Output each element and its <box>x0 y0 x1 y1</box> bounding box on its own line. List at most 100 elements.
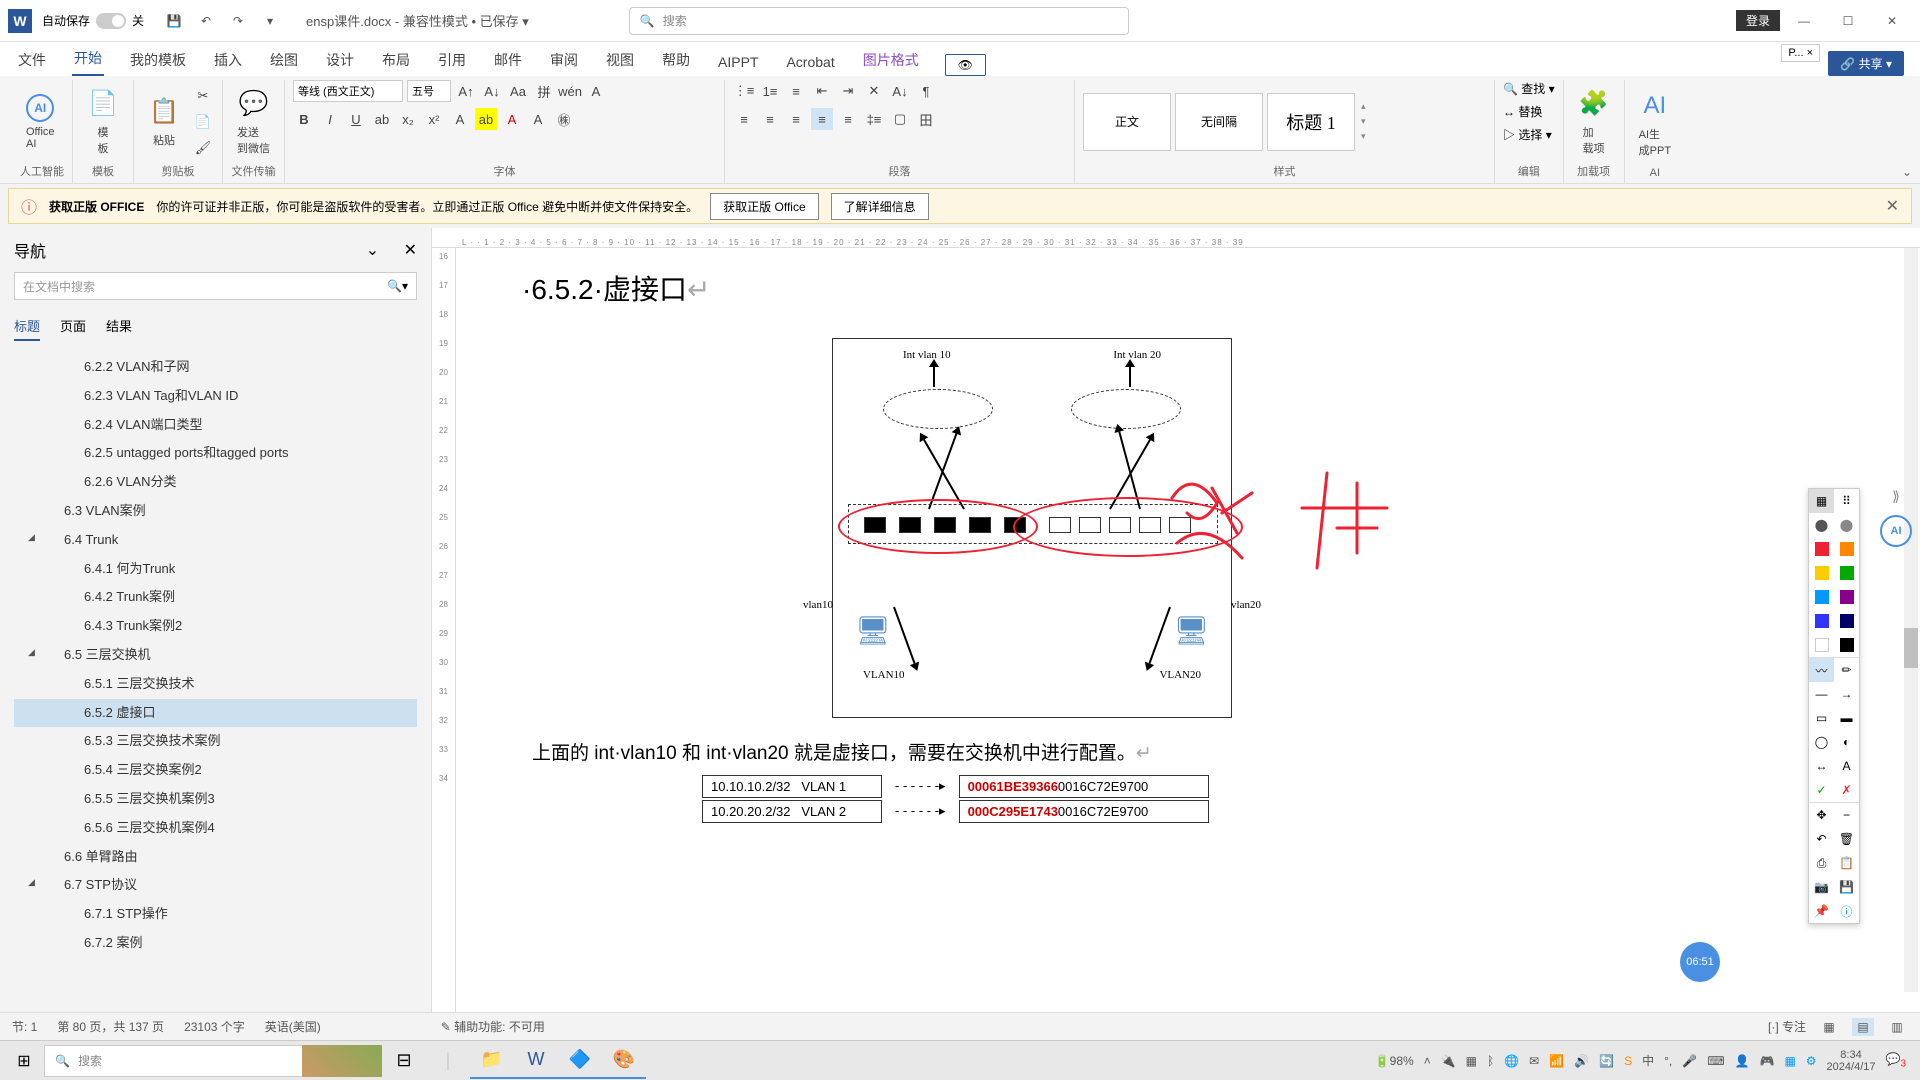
diagram-image[interactable]: Int vlan 10 Int vlan 20 <box>832 338 1232 718</box>
cross-icon[interactable]: ✗ <box>1834 778 1859 802</box>
font-size-select[interactable] <box>407 80 451 102</box>
text-effects-icon[interactable]: A <box>449 108 471 130</box>
numbering-icon[interactable]: 1≡ <box>759 80 781 102</box>
close-icon[interactable]: ✕ <box>1872 6 1912 36</box>
highlight-icon[interactable]: ab <box>475 108 497 130</box>
nav-heading-item[interactable]: 6.7.2 案例 <box>14 929 417 958</box>
color-purple[interactable] <box>1840 590 1854 604</box>
nav-heading-item[interactable]: 6.5.5 三层交换机案例3 <box>14 785 417 814</box>
shading-icon[interactable]: ▢ <box>889 108 911 130</box>
nav-heading-item[interactable]: 6.6 单臂路由 <box>14 843 417 872</box>
copy-icon[interactable]: 📄 <box>192 111 214 133</box>
format-painter-icon[interactable]: 🖌 <box>192 137 214 159</box>
nav-heading-item[interactable]: 6.5.6 三层交换机案例4 <box>14 814 417 843</box>
autosave-toggle[interactable]: 自动保存 关 <box>42 12 144 29</box>
nav-heading-item[interactable]: 6.3 VLAN案例 <box>14 497 417 526</box>
status-page[interactable]: 第 80 页，共 137 页 <box>57 1018 164 1035</box>
collapse-sidebar-icon[interactable]: ⟫ <box>1880 488 1912 505</box>
tab-design[interactable]: 设计 <box>324 44 356 76</box>
display-options-button[interactable]: 👁 <box>945 54 986 76</box>
styles-gallery[interactable]: 正文 无间隔 标题 1 <box>1083 93 1355 151</box>
callout-icon[interactable]: ◐ <box>1834 730 1859 754</box>
copy-tool-icon[interactable]: 📋 <box>1834 851 1859 875</box>
nav-heading-item[interactable]: 6.4.2 Trunk案例 <box>14 583 417 612</box>
nav-heading-item[interactable]: 6.2.3 VLAN Tag和VLAN ID <box>14 382 417 411</box>
mail-tray-icon[interactable]: ✉ <box>1529 1054 1539 1068</box>
paint-app-icon[interactable]: 🎨 <box>602 1043 646 1079</box>
save-icon[interactable]: 💾 <box>162 9 186 33</box>
nav-heading-item[interactable]: ◢6.7 STP协议 <box>14 871 417 900</box>
app-tray-icon[interactable]: ▦ <box>1466 1054 1477 1068</box>
print-layout-icon[interactable]: ▤ <box>1852 1018 1874 1036</box>
nav-heading-item[interactable]: 6.4.1 何为Trunk <box>14 555 417 584</box>
bluetooth-icon[interactable]: ᛒ <box>1487 1054 1494 1068</box>
color-lightblue[interactable] <box>1815 590 1829 604</box>
select-button[interactable]: ▷ 选择 ▾ <box>1503 126 1555 143</box>
nav-heading-item[interactable]: 6.5.4 三层交换案例2 <box>14 756 417 785</box>
circle-icon[interactable]: ⬤ <box>1834 513 1859 537</box>
asian-layout-icon[interactable]: ✕ <box>863 80 885 102</box>
text-tool-icon[interactable]: A <box>1834 754 1859 778</box>
paste-button[interactable]: 📋粘贴 <box>142 92 186 152</box>
strikethrough-icon[interactable]: ab <box>371 108 393 130</box>
qat-dropdown-icon[interactable]: ▾ <box>258 9 282 33</box>
web-layout-icon[interactable]: ▥ <box>1886 1018 1908 1036</box>
caret-icon[interactable]: ◢ <box>28 875 35 889</box>
highlighter-icon[interactable]: ✏ <box>1834 658 1859 682</box>
office-ai-button[interactable]: AIOffice AI <box>20 90 61 154</box>
vertical-scrollbar[interactable] <box>1904 248 1918 992</box>
volume-icon[interactable]: 🔊 <box>1574 1054 1589 1068</box>
nav-close-icon[interactable]: ✕ <box>404 242 417 259</box>
word-app-icon[interactable]: W <box>514 1043 558 1079</box>
nav-heading-item[interactable]: ◢6.4 Trunk <box>14 526 417 555</box>
focus-mode-button[interactable]: [·] 专注 <box>1768 1018 1806 1035</box>
start-button[interactable]: ⊞ <box>4 1044 44 1078</box>
learn-more-button[interactable]: 了解详细信息 <box>831 193 929 220</box>
distribute-icon[interactable]: ≡ <box>837 108 859 130</box>
nav-heading-item[interactable]: 6.2.2 VLAN和子网 <box>14 353 417 382</box>
color-red[interactable] <box>1815 542 1829 556</box>
notifications-icon[interactable]: 💬3 <box>1885 1052 1906 1069</box>
print-icon[interactable]: ⎙ <box>1809 851 1834 875</box>
undo-tool-icon[interactable]: ↶ <box>1809 827 1834 851</box>
hmove-icon[interactable]: ↔ <box>1809 754 1834 778</box>
addins-button[interactable]: 🧩加 载项 <box>1572 84 1616 160</box>
increase-font-icon[interactable]: A↑ <box>455 80 477 102</box>
align-center-icon[interactable]: ≡ <box>759 108 781 130</box>
color-darkblue[interactable] <box>1840 614 1854 628</box>
nav-heading-item[interactable]: 6.7.1 STP操作 <box>14 900 417 929</box>
font-name-select[interactable] <box>293 80 403 102</box>
redo-icon[interactable]: ↷ <box>226 9 250 33</box>
tab-acrobat[interactable]: Acrobat <box>784 48 836 76</box>
sort-icon[interactable]: A↓ <box>889 80 911 102</box>
align-left-icon[interactable]: ≡ <box>733 108 755 130</box>
game-icon[interactable]: 🎮 <box>1759 1054 1774 1068</box>
grid-icon[interactable]: ▦ <box>1809 489 1834 513</box>
login-button[interactable]: 登录 <box>1736 10 1780 31</box>
share-button[interactable]: 🔗 共享 ▾ <box>1828 51 1904 76</box>
color-blue[interactable] <box>1815 614 1829 628</box>
nav-heading-item[interactable]: 6.4.3 Trunk案例2 <box>14 612 417 641</box>
find-button[interactable]: 🔍 查找 ▾ <box>1503 80 1555 97</box>
subscript-icon[interactable]: x₂ <box>397 108 419 130</box>
nav-tab-headings[interactable]: 标题 <box>14 312 40 341</box>
ellipse-tool-icon[interactable]: ◯ <box>1809 730 1834 754</box>
timer-bubble[interactable]: 06:51 <box>1680 942 1720 982</box>
font-color-icon[interactable]: A <box>501 108 523 130</box>
keyboard-icon[interactable]: ⌨ <box>1707 1054 1724 1068</box>
edge-tray-icon[interactable]: 🌐 <box>1504 1054 1519 1068</box>
grid-tray-icon[interactable]: ▦ <box>1784 1054 1795 1068</box>
underline-icon[interactable]: U <box>345 108 367 130</box>
ai-assistant-button[interactable]: AI <box>1880 515 1912 547</box>
tab-draw[interactable]: 绘图 <box>268 44 300 76</box>
superscript-icon[interactable]: x² <box>423 108 445 130</box>
nav-collapse-icon[interactable]: ⌄ <box>366 242 379 259</box>
enclose-char-icon[interactable]: ㊑ <box>553 108 575 130</box>
styles-up-icon[interactable]: ▴ <box>1361 101 1366 112</box>
clock[interactable]: 8:34 2024/4/17 <box>1827 1049 1876 1073</box>
tab-file[interactable]: 文件 <box>16 44 48 76</box>
horizontal-ruler[interactable]: L · · 1 · 2 · 3 · 4 · 5 · 6 · 7 · 8 · 9 … <box>432 228 1920 248</box>
ribbon-collapse-icon[interactable]: ⌄ <box>1902 165 1912 179</box>
tab-aippt[interactable]: AIPPT <box>716 48 760 76</box>
status-language[interactable]: 英语(美国) <box>265 1018 321 1035</box>
